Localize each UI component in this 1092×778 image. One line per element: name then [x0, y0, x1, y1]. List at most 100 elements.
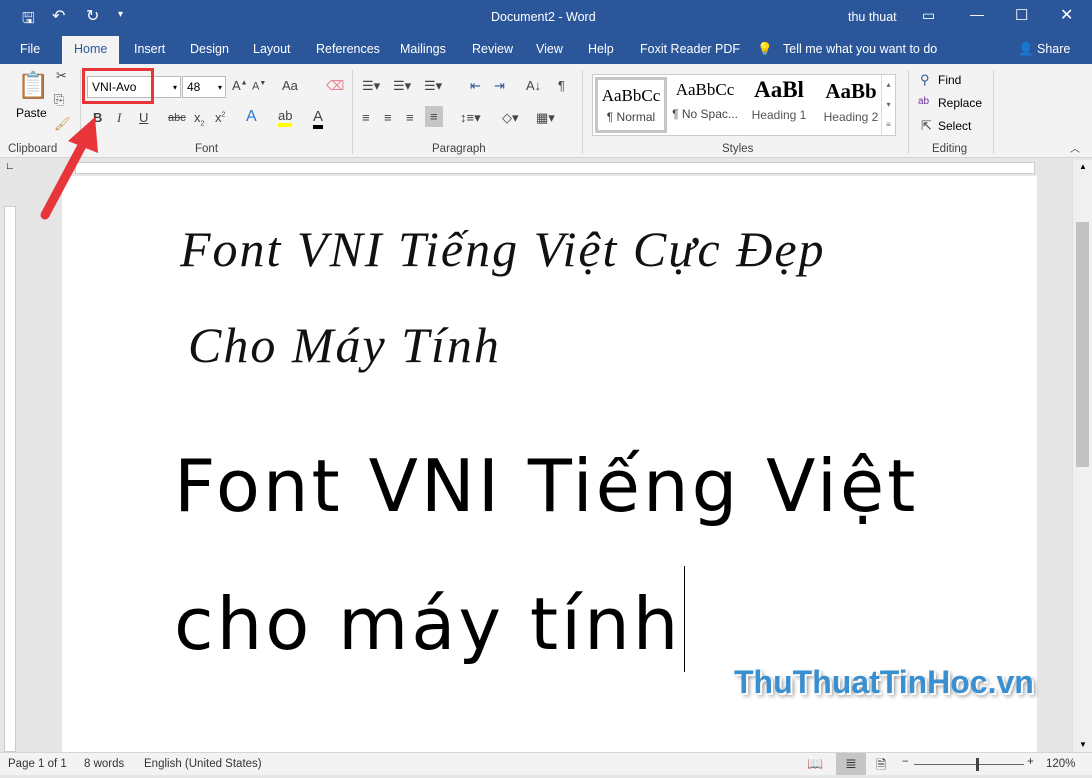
editing-group-label: Editing: [932, 143, 968, 155]
read-mode-icon[interactable]: 📖: [807, 756, 823, 772]
zoom-level[interactable]: 120%: [1046, 758, 1075, 770]
save-icon[interactable]: 🖫: [22, 8, 35, 33]
underline-icon[interactable]: U: [139, 110, 148, 125]
change-case-icon[interactable]: Aa: [282, 78, 298, 93]
share-icon[interactable]: 👤: [1018, 42, 1034, 57]
status-bar: Page 1 of 1 8 words English (United Stat…: [0, 752, 1092, 775]
page-count[interactable]: Page 1 of 1: [8, 758, 67, 770]
watermark-logo: ThuThuatTinHoc.vn: [734, 664, 1034, 700]
select-icon[interactable]: ⇱: [921, 118, 932, 134]
vertical-ruler[interactable]: [0, 176, 20, 752]
strikethrough-icon[interactable]: abc: [168, 112, 186, 124]
grow-font-icon[interactable]: A▲: [232, 78, 248, 93]
subscript-icon[interactable]: x2: [194, 110, 204, 128]
find-icon[interactable]: ⚲: [920, 72, 930, 88]
clear-formatting-icon[interactable]: ⌫: [326, 78, 344, 94]
font-color-icon[interactable]: A: [313, 108, 324, 129]
title-bar: 🖫 ↶ ↻ ▾ Document2 - Word thu thuat ▭ — ☐…: [0, 0, 1092, 34]
horizontal-ruler[interactable]: [20, 160, 1072, 176]
decrease-indent-icon[interactable]: ⇤: [470, 78, 481, 94]
text-effects-icon[interactable]: A: [246, 108, 257, 126]
line-spacing-icon[interactable]: ↕≡▾: [460, 110, 481, 126]
sort-icon[interactable]: A↓: [526, 78, 541, 93]
red-arrow-annotation: [40, 117, 98, 220]
close-icon[interactable]: ✕: [1060, 5, 1073, 25]
style-normal[interactable]: AaBbCc ¶ Normal: [595, 77, 667, 133]
justify-icon[interactable]: ≡: [425, 106, 443, 127]
paragraph-group-label: Paragraph: [432, 143, 486, 155]
share-button[interactable]: Share: [1037, 42, 1070, 56]
bullets-icon[interactable]: ☰▾: [362, 78, 380, 94]
redo-icon[interactable]: ↻: [86, 6, 99, 26]
doc-line-3: Font VNI Tiếng Việt: [174, 444, 919, 528]
collapse-ribbon-icon[interactable]: ︿: [1070, 140, 1080, 155]
numbering-icon[interactable]: ☰▾: [393, 78, 411, 94]
tab-references[interactable]: References: [316, 42, 380, 56]
find-button[interactable]: Find: [938, 73, 961, 87]
zoom-in-icon[interactable]: +: [1027, 756, 1034, 768]
tab-foxit[interactable]: Foxit Reader PDF: [640, 42, 740, 56]
select-button[interactable]: Select: [938, 119, 971, 133]
italic-icon[interactable]: I: [117, 110, 121, 126]
tab-selector-icon[interactable]: ∟: [5, 161, 15, 172]
scroll-down-icon[interactable]: ▼: [1079, 740, 1087, 749]
show-formatting-icon[interactable]: ¶: [558, 78, 565, 93]
borders-icon[interactable]: ▦▾: [536, 110, 555, 126]
superscript-icon[interactable]: x2: [215, 110, 225, 125]
minimize-icon[interactable]: —: [970, 6, 984, 22]
styles-scroll[interactable]: ▴ ▾ ≡: [881, 75, 895, 135]
multilevel-list-icon[interactable]: ☰▾: [424, 78, 442, 94]
replace-button[interactable]: Replace: [938, 96, 982, 110]
tab-design[interactable]: Design: [190, 42, 229, 56]
undo-icon[interactable]: ↶: [52, 6, 65, 26]
cut-icon[interactable]: ✂: [56, 68, 67, 84]
copy-icon[interactable]: ⎘: [54, 92, 64, 108]
maximize-icon[interactable]: ☐: [1015, 6, 1028, 24]
center-icon[interactable]: ≡: [384, 110, 392, 125]
ribbon-display-options-icon[interactable]: ▭: [922, 7, 935, 24]
replace-icon[interactable]: ab: [918, 96, 929, 107]
doc-line-2: Cho Máy Tính: [188, 317, 501, 373]
vertical-scrollbar[interactable]: ▲ ▼: [1072, 160, 1092, 752]
shrink-font-icon[interactable]: A▼: [252, 80, 266, 93]
paste-icon[interactable]: 📋: [17, 70, 49, 101]
customize-quick-access-icon[interactable]: ▾: [118, 9, 123, 20]
font-size-box[interactable]: 48 ▾: [182, 76, 226, 98]
zoom-slider[interactable]: [914, 764, 1024, 765]
style-no-spacing[interactable]: AaBbCc ¶ No Spac...: [669, 80, 741, 132]
tell-me-box[interactable]: Tell me what you want to do: [783, 42, 937, 56]
lightbulb-icon: 💡: [757, 42, 773, 56]
font-highlight-box: [82, 68, 154, 104]
align-left-icon[interactable]: ≡: [362, 110, 370, 125]
tab-view[interactable]: View: [536, 42, 563, 56]
highlight-color-icon[interactable]: ab: [278, 108, 293, 127]
tab-mailings[interactable]: Mailings: [400, 42, 446, 56]
doc-line-4: cho máy tính: [174, 582, 682, 666]
document-page[interactable]: Font VNI Tiếng Việt Cực Đẹp Cho Máy Tính…: [62, 176, 1037, 752]
print-layout-icon[interactable]: ≣: [836, 753, 866, 775]
align-right-icon[interactable]: ≡: [406, 110, 414, 125]
word-count[interactable]: 8 words: [84, 758, 124, 770]
language[interactable]: English (United States): [144, 758, 262, 770]
tab-help[interactable]: Help: [588, 42, 614, 56]
ribbon: 📋 Paste ✂ ⎘ 🖌 Clipboard VNI-Avo ▾ 48 ▾ A▲ …: [0, 64, 1092, 158]
font-size-value: 48: [187, 80, 201, 94]
zoom-slider-thumb[interactable]: [976, 758, 979, 771]
tab-layout[interactable]: Layout: [253, 42, 291, 56]
font-group-label: Font: [195, 143, 219, 155]
tab-file[interactable]: File: [20, 42, 40, 56]
user-name[interactable]: thu thuat: [848, 10, 897, 24]
zoom-out-icon[interactable]: −: [902, 756, 909, 768]
increase-indent-icon[interactable]: ⇥: [494, 78, 505, 94]
tab-home[interactable]: Home: [62, 36, 120, 64]
shading-icon[interactable]: ◇▾: [502, 110, 519, 126]
tab-insert[interactable]: Insert: [134, 42, 165, 56]
window-title: Document2 - Word: [491, 10, 596, 24]
style-heading-1[interactable]: AaBl Heading 1: [743, 77, 815, 129]
style-heading-2[interactable]: AaBb Heading 2: [815, 79, 887, 131]
styles-group-label: Styles: [722, 143, 754, 155]
styles-gallery: AaBbCc ¶ Normal AaBbCc ¶ No Spac... AaBl He…: [592, 74, 896, 136]
tab-review[interactable]: Review: [472, 42, 513, 56]
scroll-thumb[interactable]: [1076, 222, 1089, 467]
scroll-up-icon[interactable]: ▲: [1079, 162, 1087, 171]
